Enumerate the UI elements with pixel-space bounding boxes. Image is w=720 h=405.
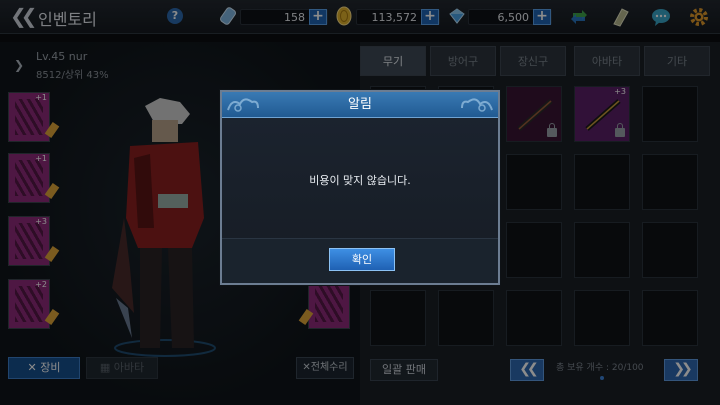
alert-dialog: 알림 비용이 맞지 않습니다. 확인 bbox=[220, 90, 500, 285]
dialog-title: 알림 bbox=[348, 97, 372, 112]
dialog-header: 알림 bbox=[222, 92, 498, 118]
dialog-message: 비용이 맞지 않습니다. bbox=[309, 174, 411, 187]
cloud-ornament-icon bbox=[461, 98, 493, 112]
confirm-button[interactable]: 확인 bbox=[329, 248, 395, 271]
